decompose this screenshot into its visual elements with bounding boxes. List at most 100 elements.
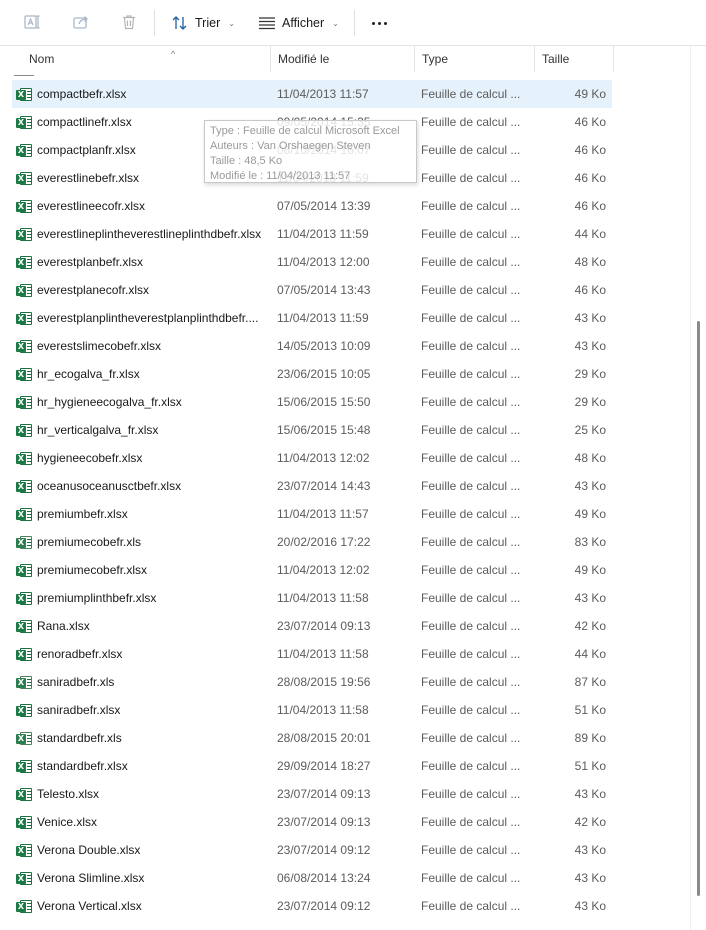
file-modified-date: 23/07/2014 09:13 [277, 815, 371, 829]
file-size: 49 Ko [574, 563, 606, 577]
file-row[interactable]: X Telesto.xlsx 23/07/2014 09:13 Feuille de … [12, 780, 612, 808]
file-modified-date: 28/08/2015 19:56 [277, 675, 371, 689]
file-modified-date: 15/06/2015 15:50 [277, 395, 371, 409]
file-name: everestlineecofr.xlsx [37, 199, 146, 213]
file-row[interactable]: X Venice.xlsx 23/07/2014 09:13 Feuille de c… [12, 808, 612, 836]
file-row[interactable]: Xsaniradbefr.xlsx 11/04/2013 11:58 Feuille… [12, 696, 612, 724]
file-row[interactable]: X Verona Slimline.xlsx 06/08/2014 13:24 Feu… [12, 864, 612, 892]
file-name: everestlinebefr.xlsx [37, 171, 140, 185]
file-type: Feuille de calcul ... [421, 255, 521, 269]
scrollbar-thumb[interactable] [697, 321, 700, 896]
share-icon[interactable] [71, 12, 91, 32]
file-modified-date: 23/07/2014 09:13 [277, 619, 371, 633]
file-row[interactable]: Xeverestlineplintheverestlineplinthdbefr… [12, 220, 612, 248]
file-row[interactable]: Xrenoradbefr.xlsx 11/04/2013 11:58 Feuille… [12, 640, 612, 668]
file-modified-date: 15/06/2015 15:48 [277, 423, 371, 437]
vertical-scrollbar[interactable] [690, 46, 706, 930]
column-header-name[interactable]: Nom ^ [22, 46, 271, 72]
file-size: 46 Ko [574, 283, 606, 297]
file-modified-date: 07/05/2014 13:43 [277, 283, 371, 297]
file-size: 43 Ko [574, 843, 606, 857]
file-row[interactable]: Xeverestlineecofr.xlsx 07/05/2014 13:39 Fe… [12, 192, 612, 220]
file-type: Feuille de calcul ... [421, 703, 521, 717]
excel-file-icon: X [16, 815, 32, 830]
excel-file-icon: X [16, 843, 32, 858]
file-size: 43 Ko [574, 311, 606, 325]
excel-file-icon: X [16, 507, 32, 522]
file-row[interactable]: Xstandardbefr.xls 28/08/2015 20:01 Feuille… [12, 724, 612, 752]
file-type: Feuille de calcul ... [421, 479, 521, 493]
file-row[interactable]: Xoceanusoceanusctbefr.xlsx 23/07/2014 14:… [12, 472, 612, 500]
file-modified-date: 11/04/2013 12:00 [277, 255, 370, 269]
file-type: Feuille de calcul ... [421, 535, 521, 549]
chevron-down-icon: ⌄ [228, 18, 235, 28]
file-size: 49 Ko [574, 507, 606, 521]
file-type: Feuille de calcul ... [421, 563, 521, 577]
file-row[interactable]: Xeverestslimecobefr.xlsx 14/05/2013 10:09… [12, 332, 612, 360]
file-row[interactable]: Xeverestplanbefr.xlsx 11/04/2013 12:00 Feu… [12, 248, 612, 276]
file-name: standardbefr.xlsx [37, 759, 128, 773]
file-size: 51 Ko [574, 703, 606, 717]
file-row[interactable]: Xeverestplanplintheverestplanplinthdbefr… [12, 304, 612, 332]
file-row[interactable]: Xhygieneecobefr.xlsx 11/04/2013 12:02 Feui… [12, 444, 612, 472]
file-type: Feuille de calcul ... [421, 283, 521, 297]
file-row[interactable]: Xpremiumecobefr.xlsx 11/04/2013 12:02 Feui… [12, 556, 612, 584]
file-row[interactable]: Xpremiumecobefr.xls 20/02/2016 17:22 Feuil… [12, 528, 612, 556]
excel-file-icon: X [16, 115, 32, 130]
file-size: 49 Ko [574, 87, 606, 101]
file-row[interactable]: Xhr_hygieneecogalva_fr.xlsx 15/06/2015 15… [12, 388, 612, 416]
file-type: Feuille de calcul ... [421, 591, 521, 605]
excel-file-icon: X [16, 675, 32, 690]
file-modified-date: 29/09/2014 18:27 [277, 759, 371, 773]
file-row[interactable]: Xpremiumbefr.xlsx 11/04/2013 11:57 Feuille… [12, 500, 612, 528]
file-size: 46 Ko [574, 171, 606, 185]
column-header-size[interactable]: Taille [535, 46, 614, 72]
more-icon [371, 21, 375, 25]
file-name: standardbefr.xls [37, 731, 122, 745]
file-modified-date: 11/04/2013 11:58 [277, 591, 369, 605]
file-row[interactable]: Xeverestplanecofr.xlsx 07/05/2014 13:43 Fe… [12, 276, 612, 304]
excel-file-icon: X [16, 787, 32, 802]
view-button[interactable]: Afficher ⌄ [258, 11, 339, 35]
delete-icon[interactable] [119, 12, 139, 32]
file-row[interactable]: Xstandardbefr.xlsx 29/09/2014 18:27 Feuill… [12, 752, 612, 780]
tooltip-type: Type : Feuille de calcul Microsoft Excel [210, 125, 400, 137]
excel-file-icon: X [16, 199, 32, 214]
file-size: 29 Ko [574, 367, 606, 381]
file-modified-date: 14/05/2013 10:09 [277, 339, 371, 353]
file-name: premiumbefr.xlsx [37, 507, 128, 521]
file-modified-date: 20/02/2016 17:22 [277, 535, 371, 549]
view-icon [259, 17, 275, 30]
file-size: 43 Ko [574, 787, 606, 801]
sort-icon [172, 16, 187, 30]
file-size: 46 Ko [574, 115, 606, 129]
file-size: 51 Ko [574, 759, 606, 773]
file-row[interactable]: X Verona Double.xlsx 23/07/2014 09:12 Feuil… [12, 836, 612, 864]
file-row[interactable]: Xsaniradbefr.xls 28/08/2015 19:56 Feuille … [12, 668, 612, 696]
file-name: Verona Double.xlsx [37, 843, 141, 857]
file-size: 46 Ko [574, 143, 606, 157]
excel-file-icon: X [16, 619, 32, 634]
file-row[interactable]: X Rana.xlsx 23/07/2014 09:13 Feuille de cal… [12, 612, 612, 640]
sort-button[interactable]: Trier ⌄ [171, 11, 235, 35]
column-header-modified[interactable]: Modifié le [271, 46, 415, 72]
file-size: 46 Ko [574, 199, 606, 213]
file-row[interactable]: Xhr_verticalgalva_fr.xlsx 15/06/2015 15:4… [12, 416, 612, 444]
file-size: 43 Ko [574, 339, 606, 353]
file-name: oceanusoceanusctbefr.xlsx [37, 479, 182, 493]
more-options-button[interactable] [369, 13, 389, 33]
rename-icon[interactable] [22, 12, 42, 32]
excel-file-icon: X [16, 311, 32, 326]
excel-file-icon: X [16, 871, 32, 886]
column-header-type[interactable]: Type [415, 46, 535, 72]
file-name: saniradbefr.xlsx [37, 703, 121, 717]
file-type: Feuille de calcul ... [421, 759, 521, 773]
file-type: Feuille de calcul ... [421, 843, 521, 857]
file-row[interactable]: Xcompactbefr.xlsx 11/04/2013 11:57 Feuille… [12, 80, 612, 108]
file-row[interactable]: X Verona Vertical.xlsx 23/07/2014 09:12 Feu… [12, 892, 612, 920]
file-row[interactable]: Xpremiumplinthbefr.xlsx 11/04/2013 11:58 F… [12, 584, 612, 612]
file-row[interactable]: Xhr_ecogalva_fr.xlsx 23/06/2015 10:05 Feui… [12, 360, 612, 388]
file-type: Feuille de calcul ... [421, 423, 521, 437]
sort-label: Trier [195, 16, 221, 30]
file-name: hr_ecogalva_fr.xlsx [37, 367, 140, 381]
